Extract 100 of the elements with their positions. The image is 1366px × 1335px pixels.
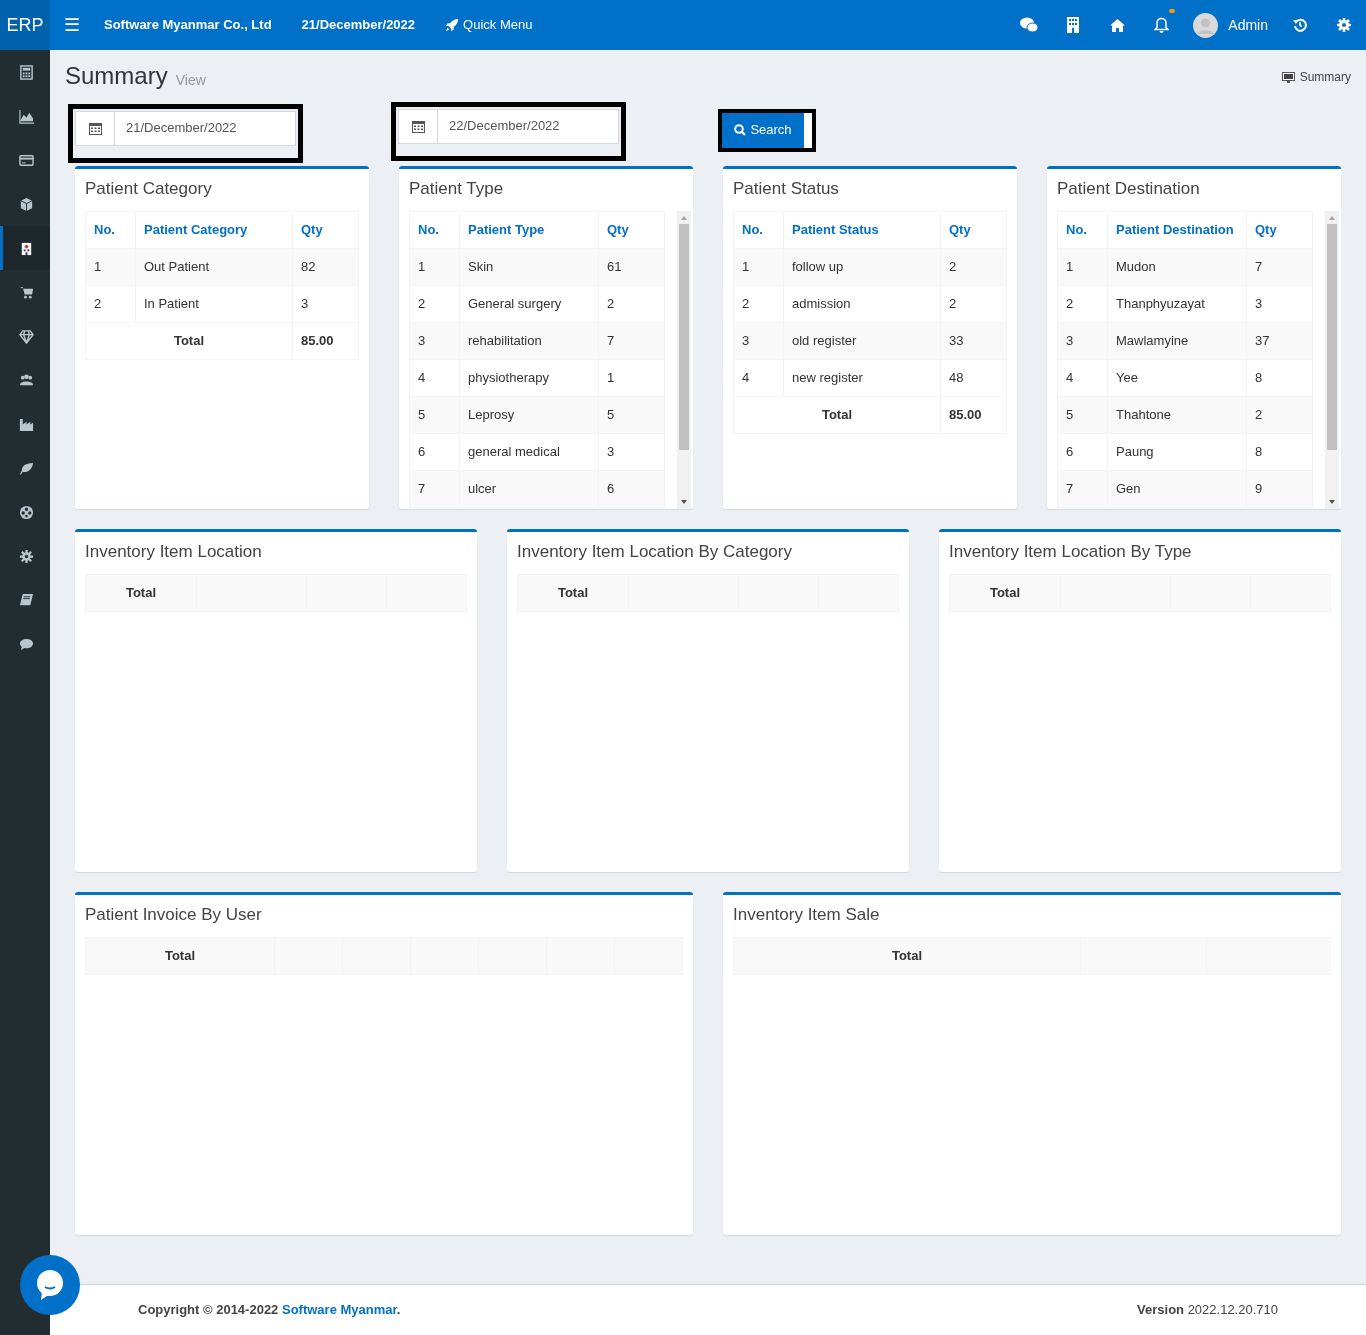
column-header: Total [949, 574, 1061, 612]
column-header[interactable]: No. [85, 211, 136, 249]
home-icon [1109, 18, 1125, 32]
table-cell: 8 [1246, 359, 1313, 397]
date-field[interactable]: 22/December/2022 [398, 108, 619, 144]
panel-title: Inventory Item Location [84, 541, 263, 563]
history-icon [1293, 18, 1307, 32]
table-cell: Paung [1107, 433, 1247, 471]
total-label: Total [85, 322, 293, 360]
table-cell: 4 [1057, 359, 1108, 397]
table-cell: general medical [459, 433, 599, 471]
table-cell: Leprosy [459, 396, 599, 434]
date-input[interactable]: 22/December/2022 [438, 109, 618, 143]
brand-logo[interactable]: ERP [0, 0, 50, 50]
table-cell: 2 [598, 285, 665, 323]
date-input[interactable]: 21/December/2022 [115, 111, 295, 145]
table-cell: Out Patient [135, 248, 293, 286]
table-cell: 1 [1057, 248, 1108, 286]
building-icon [1067, 17, 1080, 33]
column-header[interactable]: Qty [1246, 211, 1313, 249]
panel-title: Inventory Item Location By Category [516, 541, 793, 563]
quick-menu-label: Quick Menu [463, 16, 533, 35]
panel-title: Patient Type [408, 178, 505, 200]
table-cell: 48 [940, 359, 1007, 397]
column-header[interactable]: Qty [292, 211, 359, 249]
breadcrumb-label: Summary [1299, 69, 1351, 86]
quick-menu-link[interactable]: Quick Menu [445, 15, 533, 35]
column-header[interactable]: Qty [598, 211, 665, 249]
calculator-icon [19, 64, 34, 80]
table-cell: 33 [940, 322, 1007, 360]
table-cell: admission [783, 285, 941, 323]
scroll-down-arrow-icon[interactable] [680, 498, 688, 506]
total-label: Total [733, 396, 941, 434]
company-link[interactable]: Software Myanmar [281, 1302, 397, 1318]
table-cell: 3 [598, 433, 665, 471]
panel-title: Inventory Item Location By Type [948, 541, 1193, 563]
menu-button[interactable]: ☰ [64, 16, 80, 34]
table-cell: 2 [940, 248, 1007, 286]
scrollbar[interactable] [1325, 211, 1339, 509]
table-cell: new register [783, 359, 941, 397]
speech-bubble-icon [34, 1269, 66, 1301]
breadcrumb-link[interactable]: Summary [1281, 68, 1351, 86]
table-cell: 7 [409, 470, 460, 508]
version-text: Version 2022.12.20.710 [1137, 1301, 1278, 1320]
table-cell: 3 [1246, 285, 1313, 323]
column-header[interactable]: Patient Status [783, 211, 941, 249]
column-header[interactable]: No. [409, 211, 460, 249]
table-cell: 37 [1246, 322, 1313, 360]
table-cell: follow up [783, 248, 941, 286]
column-header: Total [733, 937, 1081, 975]
table-cell: 7 [1246, 248, 1313, 286]
date-field[interactable]: 21/December/2022 [75, 110, 296, 146]
copyright-text: Copyright © 2014-2022 Software Myanmar. [138, 1301, 401, 1320]
column-header[interactable]: Patient Destination [1107, 211, 1247, 249]
column-header[interactable]: Patient Type [459, 211, 599, 249]
column-header[interactable]: No. [733, 211, 784, 249]
column-header[interactable]: No. [1057, 211, 1108, 249]
table-cell: 7 [598, 322, 665, 360]
page-title: Summary [65, 64, 168, 88]
panel-title: Patient Invoice By User [84, 904, 263, 926]
table-cell: old register [783, 322, 941, 360]
scroll-down-arrow-icon[interactable] [1328, 498, 1336, 506]
panel-title: Patient Status [732, 178, 840, 200]
chat-bubbles-icon [1020, 17, 1039, 33]
column-header: Total [85, 937, 275, 975]
gear-icon [19, 548, 34, 564]
cube-icon [19, 196, 34, 212]
page-subtitle: View [175, 73, 206, 87]
search-button[interactable]: Search [722, 112, 804, 148]
table-cell: Mudon [1107, 248, 1247, 286]
user-menu[interactable]: Admin [1193, 0, 1268, 50]
table-cell: 5 [1057, 396, 1108, 434]
comment-icon [19, 636, 34, 652]
table-cell: 1 [409, 248, 460, 286]
table-cell: 3 [1057, 322, 1108, 360]
monitor-icon [1281, 71, 1295, 83]
table-cell: 61 [598, 248, 665, 286]
table-cell: 5 [409, 396, 460, 434]
scrollbar[interactable] [677, 211, 691, 509]
table-cell: Thanphyuzayat [1107, 285, 1247, 323]
table-cell: 3 [292, 285, 359, 323]
column-header[interactable]: Patient Category [135, 211, 293, 249]
table-cell: 3 [733, 322, 784, 360]
table-cell: 9 [1246, 470, 1313, 508]
table-cell: ulcer [459, 470, 599, 508]
table-cell: 7 [1057, 470, 1108, 508]
table-cell: 6 [1057, 433, 1108, 471]
column-header[interactable]: Qty [940, 211, 1007, 249]
sidebar-item[interactable] [0, 226, 50, 270]
table-cell: 1 [733, 248, 784, 286]
avatar-icon [1193, 12, 1219, 38]
table-cell: In Patient [135, 285, 293, 323]
table-cell: 6 [409, 433, 460, 471]
table-cell: 2 [1246, 396, 1313, 434]
chat-widget-button[interactable] [20, 1255, 80, 1315]
table-cell: Thahtone [1107, 396, 1247, 434]
company-name[interactable]: Software Myanmar Co., Ltd [104, 15, 272, 35]
hospital-icon [19, 240, 34, 256]
column-header: Total [85, 574, 197, 612]
table-cell: 4 [409, 359, 460, 397]
